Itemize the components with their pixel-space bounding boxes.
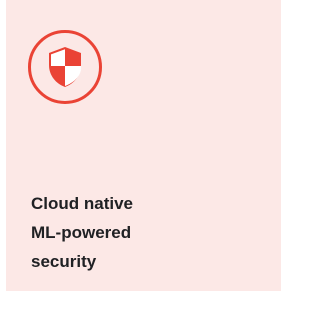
- icon-badge: [28, 30, 102, 104]
- card-title-line-2: ML-powered: [31, 223, 132, 242]
- card-title-line-1: Cloud native: [31, 194, 134, 213]
- feature-card: Cloud native ML-powered security: [6, 0, 281, 291]
- card-title-line-3: security: [31, 252, 97, 271]
- card-title: Cloud native ML-powered security: [31, 189, 261, 276]
- security-shield-icon: [46, 46, 84, 88]
